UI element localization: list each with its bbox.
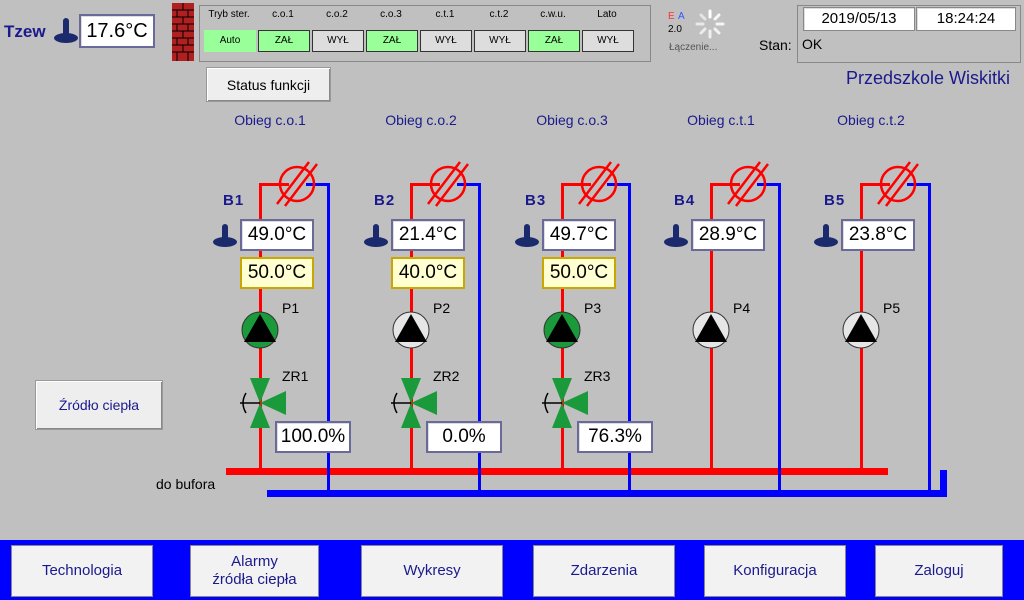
thermometer-icon xyxy=(363,223,389,254)
nav-bar xyxy=(0,540,1024,600)
thermometer-icon xyxy=(514,223,540,254)
thermometer-icon xyxy=(813,223,839,254)
valve-label: ZR3 xyxy=(584,368,611,384)
valve-label: ZR1 xyxy=(282,368,309,384)
zaloguj-button[interactable]: Zaloguj xyxy=(875,545,1003,597)
pump-icon[interactable] xyxy=(542,310,582,355)
konfiguracja-button[interactable]: Konfiguracja xyxy=(704,545,846,597)
zdarzenia-button[interactable]: Zdarzenia xyxy=(533,545,675,597)
return-riser-pipe xyxy=(940,470,947,497)
circuit-title: Obieg c.t.1 xyxy=(687,112,755,128)
sensor-label: B5 xyxy=(824,192,846,209)
temperature-value: 49.0°C xyxy=(240,219,314,251)
return-header-pipe xyxy=(267,490,947,497)
pump-label: P3 xyxy=(584,300,602,316)
return-pipe-top xyxy=(757,183,779,186)
supply-pipe-top xyxy=(561,183,591,186)
sensor-label: B3 xyxy=(525,192,547,209)
return-pipe xyxy=(778,183,781,495)
setpoint-value[interactable]: 50.0°C xyxy=(240,257,314,289)
technologia-button[interactable]: Technologia xyxy=(11,545,153,597)
sensor-label: B4 xyxy=(674,192,696,209)
pump-icon[interactable] xyxy=(391,310,431,355)
pump-label: P4 xyxy=(733,300,751,316)
pump-icon[interactable] xyxy=(841,310,881,355)
return-pipe-top xyxy=(907,183,929,186)
wykresy-button[interactable]: Wykresy xyxy=(361,545,503,597)
sensor-label: B2 xyxy=(374,192,396,209)
do-bufora-label: do bufora xyxy=(156,476,216,492)
pump-icon[interactable] xyxy=(691,310,731,355)
temperature-value: 23.8°C xyxy=(841,219,915,251)
supply-header-pipe xyxy=(226,468,888,475)
return-pipe-top xyxy=(457,183,479,186)
return-pipe-top xyxy=(607,183,629,186)
supply-pipe-top xyxy=(710,183,740,186)
circuit-title: Obieg c.o.1 xyxy=(234,112,306,128)
temperature-value: 49.7°C xyxy=(542,219,616,251)
temperature-value: 28.9°C xyxy=(691,219,765,251)
pump-icon[interactable] xyxy=(240,310,280,355)
valve-label: ZR2 xyxy=(433,368,460,384)
setpoint-value[interactable]: 40.0°C xyxy=(391,257,465,289)
thermometer-icon xyxy=(663,223,689,254)
pump-label: P1 xyxy=(282,300,300,316)
sensor-label: B1 xyxy=(223,192,245,209)
circuit-title: Obieg c.o.3 xyxy=(536,112,608,128)
temperature-value: 21.4°C xyxy=(391,219,465,251)
supply-pipe-top xyxy=(860,183,890,186)
pump-label: P5 xyxy=(883,300,901,316)
setpoint-value[interactable]: 50.0°C xyxy=(542,257,616,289)
alarmy-button[interactable]: Alarmy źródła ciepła xyxy=(190,545,319,597)
supply-pipe-top xyxy=(410,183,440,186)
circuit-title: Obieg c.o.2 xyxy=(385,112,457,128)
thermometer-icon xyxy=(212,223,238,254)
valve-position-value: 76.3% xyxy=(577,421,653,453)
return-pipe-top xyxy=(306,183,328,186)
valve-position-value: 100.0% xyxy=(275,421,351,453)
return-pipe xyxy=(928,183,931,495)
piping-diagram xyxy=(226,161,947,497)
circuit-title: Obieg c.t.2 xyxy=(837,112,905,128)
valve-position-value: 0.0% xyxy=(426,421,502,453)
pump-label: P2 xyxy=(433,300,451,316)
supply-pipe-top xyxy=(259,183,289,186)
